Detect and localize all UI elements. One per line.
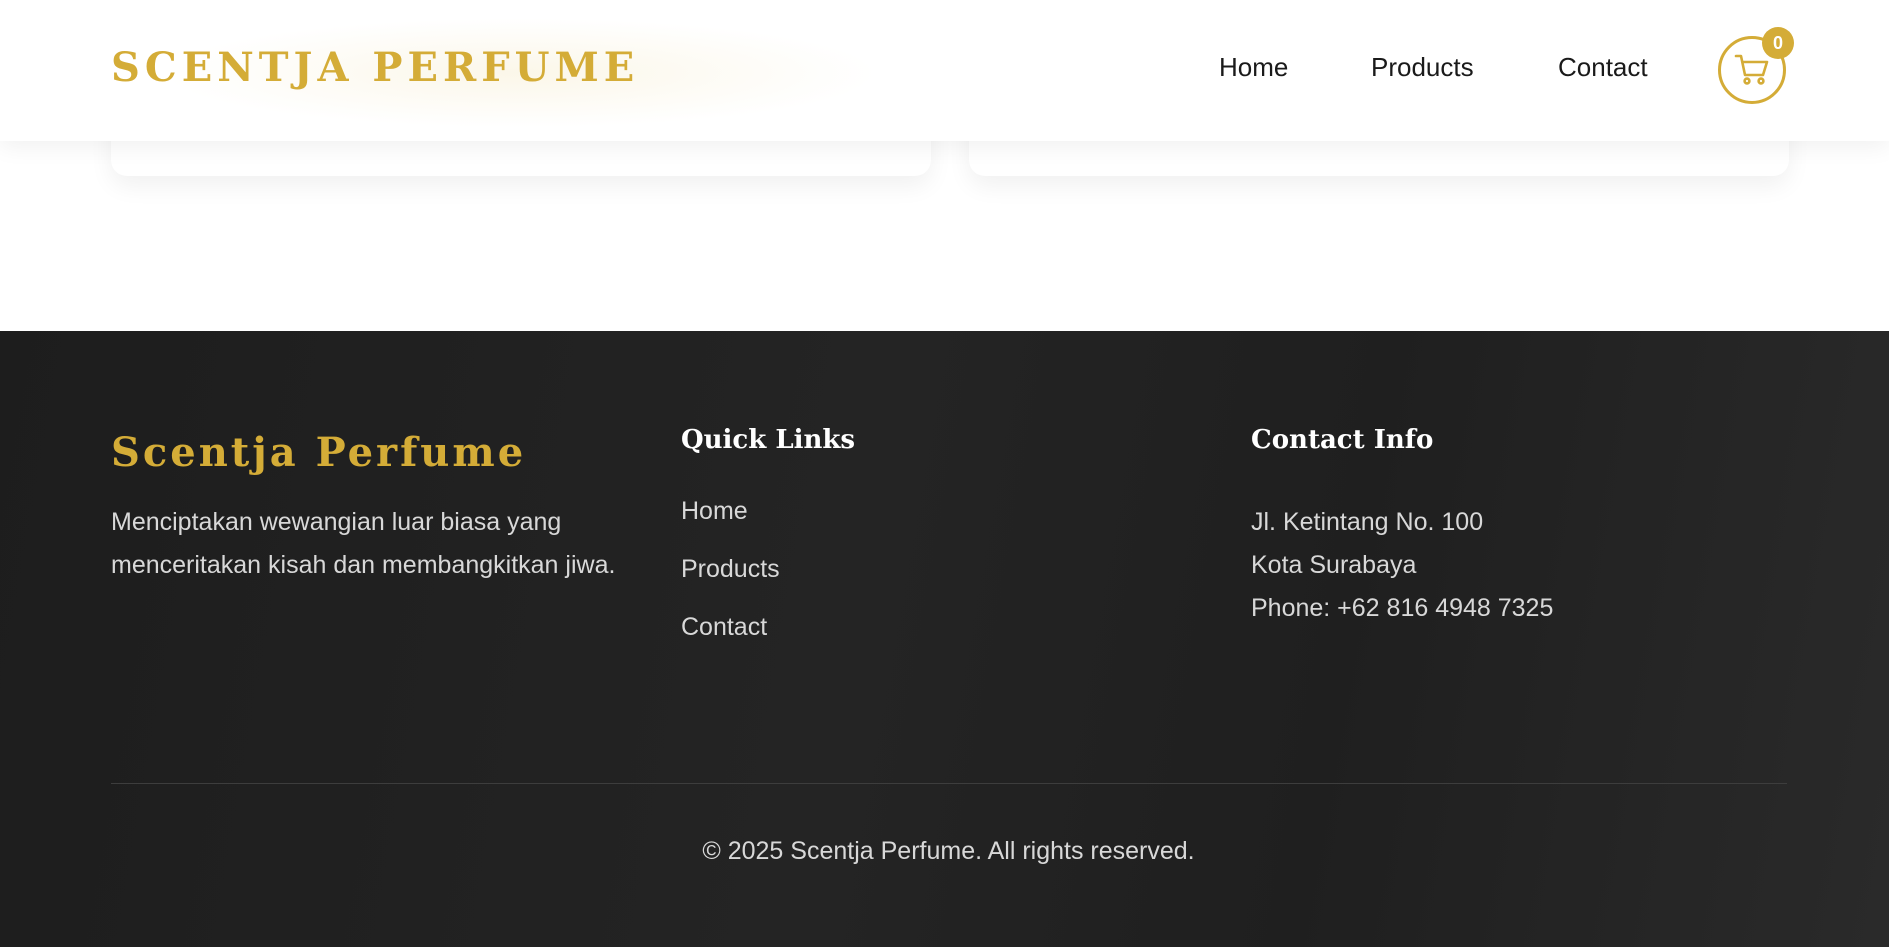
- contact-info-heading: Contact Info: [1251, 425, 1434, 455]
- copyright-text: © 2025 Scentja Perfume. All rights reser…: [702, 837, 1195, 865]
- footer-divider: [111, 783, 1787, 784]
- footer-description: Menciptakan wewangian luar biasa yang me…: [111, 508, 616, 579]
- shopping-cart-icon: [1734, 53, 1770, 87]
- quick-links-list: Home Products Contact: [681, 497, 780, 671]
- page: SCENTJA PERFUME Home Products Contact 0 …: [0, 0, 1889, 947]
- footer-brand-title: Scentja Perfume: [111, 429, 527, 476]
- site-header: SCENTJA PERFUME Home Products Contact 0: [0, 0, 1889, 141]
- contact-address-line2: Kota Surabaya: [1251, 551, 1417, 579]
- site-footer: Scentja Perfume Menciptakan wewangian lu…: [0, 331, 1889, 947]
- quick-links-heading: Quick Links: [681, 425, 856, 455]
- nav-link-contact[interactable]: Contact: [1558, 52, 1648, 83]
- footer-link-home[interactable]: Home: [681, 497, 780, 526]
- footer-link-products[interactable]: Products: [681, 555, 780, 584]
- contact-address-line1: Jl. Ketintang No. 100: [1251, 508, 1484, 536]
- contact-phone: Phone: +62 816 4948 7325: [1251, 594, 1554, 622]
- nav-link-products[interactable]: Products: [1371, 52, 1474, 83]
- site-logo[interactable]: SCENTJA PERFUME: [111, 44, 639, 91]
- footer-link-contact[interactable]: Contact: [681, 613, 780, 642]
- cart-count-badge: 0: [1762, 27, 1794, 59]
- contact-info-list: Jl. Ketintang No. 100 Kota Surabaya Phon…: [1251, 501, 1553, 630]
- nav-link-home[interactable]: Home: [1219, 52, 1288, 83]
